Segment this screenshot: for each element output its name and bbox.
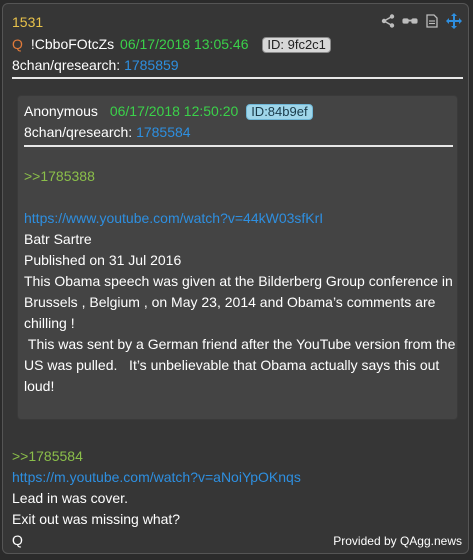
quoted-url[interactable]: https://www.youtube.com/watch?v=44kW03sf… xyxy=(24,208,456,229)
post-number: 1531 xyxy=(12,14,44,30)
quoted-reply-ref[interactable]: >>1785388 xyxy=(24,166,456,187)
quoted-body: >>1785388 https://www.youtube.com/watch?… xyxy=(24,166,456,397)
provider-footer: Provided by QAgg.news xyxy=(333,534,462,548)
glasses-icon[interactable] xyxy=(402,13,418,29)
quoted-line: This Obama speech was given at the Bilde… xyxy=(24,273,453,331)
quoted-post: Anonymous 06/17/2018 12:50:20 ID:84b9ef … xyxy=(17,95,458,420)
post-id-badge[interactable]: ID: 9fc2c1 xyxy=(262,37,331,53)
move-icon[interactable] xyxy=(446,13,462,29)
post-card: 1531 Q !CbboFOtcZs 06/17/2018 13:05:46 I… xyxy=(2,3,469,554)
board-name: 8chan/qresearch: xyxy=(12,57,121,73)
body-url[interactable]: https://m.youtube.com/watch?v=aNoiYpOKnq… xyxy=(12,467,463,488)
tripcode: !CbboFOtcZs xyxy=(30,36,115,52)
body-line: Lead in was cover. xyxy=(12,490,128,506)
quoted-date: 06/17/2018 12:50:20 xyxy=(109,103,239,119)
document-icon[interactable] xyxy=(424,13,440,29)
post-link[interactable]: 1785859 xyxy=(124,57,179,73)
body-line: Exit out was missing what? xyxy=(12,511,181,527)
body-reply-ref[interactable]: >>1785584 xyxy=(12,446,463,467)
share-icon[interactable] xyxy=(380,13,396,29)
quoted-board-line: 8chan/qresearch: 1785584 xyxy=(24,124,191,140)
post-header: Q !CbboFOtcZs 06/17/2018 13:05:46 ID: 9fc… xyxy=(12,36,331,53)
q-marker: Q xyxy=(12,36,23,52)
header-divider xyxy=(12,77,463,79)
post-toolbar xyxy=(380,13,462,29)
quoted-board-name: 8chan/qresearch: xyxy=(24,124,133,140)
post-date: 06/17/2018 13:05:46 xyxy=(120,36,249,52)
quoted-line: This was sent by a German friend after t… xyxy=(24,336,460,394)
board-line: 8chan/qresearch: 1785859 xyxy=(12,57,179,73)
quoted-author: Anonymous xyxy=(24,103,98,119)
quoted-line: Batr Sartre xyxy=(24,231,92,247)
quoted-header: Anonymous 06/17/2018 12:50:20 ID:84b9ef xyxy=(24,103,313,120)
quoted-post-link[interactable]: 1785584 xyxy=(136,124,191,140)
quoted-divider xyxy=(24,145,453,147)
quoted-id-badge[interactable]: ID:84b9ef xyxy=(246,104,313,120)
quoted-line: Published on 31 Jul 2016 xyxy=(24,252,182,268)
